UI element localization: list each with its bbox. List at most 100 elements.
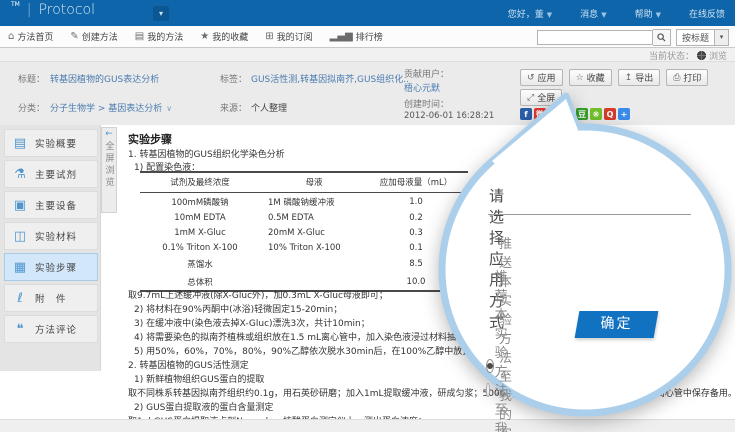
help-menu[interactable]: 帮助▼ <box>635 7 661 20</box>
favorite-button[interactable]: ☆收藏 <box>569 69 612 86</box>
chevron-down-icon: ▼ <box>601 11 606 19</box>
search-input[interactable] <box>537 30 653 45</box>
protocol-title-link[interactable]: 转基因植物的GUS表达分析 <box>50 72 159 85</box>
step-line: 4) 将需要染色的拟南芥植株或组织放在1.5 mL离心管中，加入染色液浸过材料抽… <box>134 330 511 343</box>
left-arrow-icon: ← <box>102 128 116 140</box>
nav-item-ranking[interactable]: ▂▄▆排行榜 <box>330 30 383 43</box>
source-label: 来源： <box>220 101 247 114</box>
fullscreen-icon: ⤢ <box>527 93 534 103</box>
renren-icon[interactable]: f <box>520 108 532 120</box>
table-row: 100mM磷酸钠1M 磷酸钠缓冲液1.0 <box>140 193 468 211</box>
box-icon: ◫ <box>5 229 35 244</box>
qzone-icon[interactable]: Q <box>604 108 616 120</box>
share-icons: f 微 P t 豆 ❋ Q + <box>520 108 630 120</box>
logo[interactable]: ēverlab TM | Protocol <box>10 2 95 18</box>
page-footer-strip <box>0 419 735 432</box>
step-line: 取9.7mL上述缓冲液(除X-Gluc外)，加0.3mL X-Gluc母液即可； <box>128 288 388 301</box>
contributor-link[interactable]: 梧心元默 <box>404 81 440 94</box>
step-line: 取不同株系转基因拟南芥组织约0.1g，用石英砂研磨；加入1mL提取缓冲液，研成匀… <box>128 386 735 399</box>
option-recommend-to-lab[interactable]: 推荐本实验方法至我的实验室 <box>486 266 519 432</box>
status-bar: 当前状态： 浏览 <box>0 48 735 61</box>
step-line: 2. 转基因植物的GUS活性测定 <box>128 358 249 371</box>
pengyou-icon[interactable]: P <box>548 108 560 120</box>
bar-chart-icon: ▂▄▆ <box>330 31 353 42</box>
douban-icon[interactable]: 豆 <box>576 108 588 120</box>
confirm-button[interactable]: 确定 <box>575 311 659 338</box>
source-value: 个人整理 <box>251 101 287 114</box>
sidebar-item-attachments[interactable]: ℓ附 件 <box>4 284 98 312</box>
home-icon: ⌂ <box>8 31 14 42</box>
paperclip-icon: ℓ <box>5 291 35 306</box>
category-breadcrumb[interactable]: 分子生物学 > 基因表达分析∨ <box>50 101 172 114</box>
nav-item-my-methods[interactable]: ▤我的方法 <box>135 30 183 43</box>
app-switcher-caret-icon[interactable]: ▾ <box>153 6 169 21</box>
cart-icon: ⊞ <box>265 31 273 42</box>
created-label: 创建时间： <box>404 97 449 110</box>
radio-unselected-icon[interactable] <box>486 383 490 397</box>
section-heading: 实验步骤 <box>128 131 172 147</box>
nav-item-home[interactable]: ⌂方法首页 <box>8 30 53 43</box>
printer-icon: ⎙ <box>673 73 680 83</box>
logo-tm: TM <box>11 1 20 8</box>
search-icon <box>657 33 666 42</box>
sidebar: ▤实验概要 ⚗主要试剂 ▣主要设备 ◫实验材料 ▦实验步骤 ℓ附 件 ❝方法评论 <box>0 125 101 371</box>
created-timestamp: 2012-06-01 16:28:21 <box>404 111 494 121</box>
top-bar: ēverlab TM | Protocol ▾ 您好，董▼ 消息▼ 帮助▼ 在线… <box>0 0 735 26</box>
fullscreen-browse-strip[interactable]: ← 全屏浏览 <box>101 127 117 213</box>
nav-bar: ⌂方法首页 ✎创建方法 ▤我的方法 ★我的收藏 ⊞我的订阅 ▂▄▆排行榜 按标题… <box>0 26 735 48</box>
table-row: 10mM EDTA0.5M EDTA0.2 <box>140 210 468 225</box>
star-icon: ☆ <box>576 73 584 83</box>
step-line: 2) 将材料在90%丙酮中(冰浴)轻微固定15-20min； <box>134 302 342 315</box>
sidebar-item-equipment[interactable]: ▣主要设备 <box>4 191 98 219</box>
table-row: 蒸馏水8.5 <box>140 256 468 273</box>
fullscreen-button[interactable]: ⤢全屏 <box>520 89 562 106</box>
nav-item-create[interactable]: ✎创建方法 <box>70 30 117 43</box>
more-share-icon[interactable]: + <box>618 108 630 120</box>
nav-item-subscriptions[interactable]: ⊞我的订阅 <box>265 30 312 43</box>
messages-menu[interactable]: 消息▼ <box>580 7 606 20</box>
equipment-icon: ▣ <box>5 198 35 213</box>
protocol-tags[interactable]: GUS活性测,转基因拟南芥,GUS组织化.. <box>251 72 409 85</box>
apply-icon: ↺ <box>527 73 535 83</box>
kaixin-icon[interactable]: ❋ <box>590 108 602 120</box>
nav-item-favorites[interactable]: ★我的收藏 <box>200 30 248 43</box>
sidebar-item-materials[interactable]: ◫实验材料 <box>4 222 98 250</box>
edit-icon: ✎ <box>70 31 78 42</box>
document-icon: ▤ <box>5 136 35 151</box>
action-buttons: ↺应用 ☆收藏 ↥导出 ⎙打印 <box>520 69 708 86</box>
document-icon: ▤ <box>135 31 144 42</box>
sidebar-item-overview[interactable]: ▤实验概要 <box>4 129 98 157</box>
chevron-down-icon: ▼ <box>547 11 552 19</box>
feedback-link[interactable]: 在线反馈 <box>689 7 725 20</box>
table-row: 0.1% Triton X-10010% Triton X-1000.1 <box>140 241 468 256</box>
print-button[interactable]: ⎙打印 <box>666 69 708 86</box>
step-line: 1) 新鲜植物组织GUS蛋白的提取 <box>134 372 264 385</box>
page: ēverlab TM | Protocol ▾ 您好，董▼ 消息▼ 帮助▼ 在线… <box>0 0 735 432</box>
category-label: 分类： <box>18 101 45 114</box>
contributor-label: 贡献用户： <box>404 67 449 80</box>
sidebar-item-reagents[interactable]: ⚗主要试剂 <box>4 160 98 188</box>
sidebar-item-steps[interactable]: ▦实验步骤 <box>4 253 98 281</box>
search-filter-dropdown[interactable]: 按标题 ▾ <box>676 29 729 46</box>
step-line: 1. 转基因植物的GUS组织化学染色分析 <box>128 147 285 160</box>
sidebar-item-comments[interactable]: ❝方法评论 <box>4 315 98 343</box>
search-area: 按标题 ▾ <box>537 29 729 46</box>
search-button[interactable] <box>653 29 671 46</box>
star-icon: ★ <box>200 31 209 42</box>
title-label: 标题： <box>18 72 45 85</box>
sina-weibo-icon[interactable]: 微 <box>534 108 546 120</box>
protocol-info-panel: 标题： 转基因植物的GUS表达分析 标签： GUS活性测,转基因拟南芥,GUS组… <box>0 61 735 127</box>
step-line: 3) 在缓冲液中(染色液去掉X-Gluc)漂洗3次，共计10min； <box>134 316 370 329</box>
main-area: ▤实验概要 ⚗主要试剂 ▣主要设备 ◫实验材料 ▦实验步骤 ℓ附 件 ❝方法评论… <box>0 125 735 419</box>
popup-divider <box>488 214 691 215</box>
nav-items: ⌂方法首页 ✎创建方法 ▤我的方法 ★我的收藏 ⊞我的订阅 ▂▄▆排行榜 <box>8 26 383 47</box>
table-row: 1mM X-Gluc20mM X-Gluc0.3 <box>140 225 468 240</box>
tags-label: 标签： <box>220 72 247 85</box>
export-button[interactable]: ↥导出 <box>618 69 661 86</box>
apply-button[interactable]: ↺应用 <box>520 69 563 86</box>
chevron-down-icon: ∨ <box>166 104 172 113</box>
user-menu[interactable]: 您好，董▼ <box>508 7 552 20</box>
tencent-weibo-icon[interactable]: t <box>562 108 574 120</box>
export-icon: ↥ <box>625 73 633 83</box>
top-menu: 您好，董▼ 消息▼ 帮助▼ 在线反馈 <box>508 0 725 26</box>
